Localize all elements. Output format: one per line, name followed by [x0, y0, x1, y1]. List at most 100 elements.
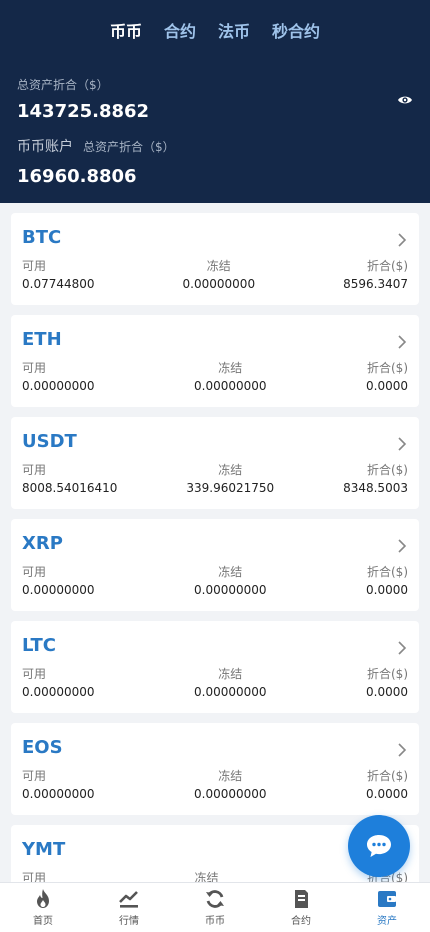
frozen-column: 冻结 339.96021750 — [186, 461, 274, 495]
available-column: 可用 8008.54016410 — [22, 461, 117, 495]
frozen-value: 339.96021750 — [186, 481, 275, 495]
nav-market-label: 行情 — [119, 916, 139, 927]
available-column: 可用 0.00000000 — [22, 665, 95, 699]
coin-name: ETH — [22, 329, 62, 350]
coin-name: USDT — [22, 431, 77, 452]
total-assets-value: 143725.8862 — [17, 101, 150, 122]
asset-list: BTC 可用 0.07744800 冻结 0.00000000 折合($) 8596.340… — [0, 203, 430, 917]
available-column: 可用 0.00000000 — [22, 563, 95, 597]
header: 币币 合约 法币 秒合约 总资产折合（$） 143725.8862 币币账户 总… — [0, 0, 430, 203]
available-label: 可用 — [22, 667, 47, 681]
available-column: 可用 0.00000000 — [22, 767, 95, 801]
chevron-right-icon — [398, 335, 407, 349]
available-value: 8008.54016410 — [22, 481, 118, 495]
frozen-value: 0.00000000 — [194, 685, 267, 699]
asset-card[interactable]: BTC 可用 0.07744800 冻结 0.00000000 折合($) 8596.340… — [11, 213, 419, 305]
asset-columns: 可用 0.00000000 冻结 0.00000000 折合($) 0.0000 — [22, 665, 408, 699]
frozen-column: 冻结 0.00000000 — [194, 767, 267, 801]
converted-label: 折合($) — [367, 361, 408, 375]
converted-value: 0.0000 — [366, 379, 408, 393]
converted-label: 折合($) — [367, 565, 408, 579]
converted-column: 折合($) 0.0000 — [366, 563, 408, 597]
chat-icon — [367, 835, 391, 857]
coin-name: EOS — [22, 737, 63, 758]
top-tabs: 币币 合约 法币 秒合约 — [0, 0, 430, 58]
nav-home[interactable]: 首页 — [0, 888, 86, 927]
nav-assets[interactable]: 资产 — [344, 888, 430, 927]
converted-label: 折合($) — [367, 667, 408, 681]
frozen-label: 冻结 — [218, 667, 243, 681]
wallet-icon — [378, 891, 396, 907]
nav-spot-label: 币币 — [205, 916, 225, 927]
tab-fiat[interactable]: 法币 — [218, 18, 250, 58]
frozen-column: 冻结 0.00000000 — [183, 257, 256, 291]
available-value: 0.00000000 — [22, 787, 95, 801]
converted-value: 8596.3407 — [343, 277, 408, 291]
frozen-label: 冻结 — [218, 463, 243, 477]
available-value: 0.00000000 — [22, 379, 95, 393]
asset-summary: 总资产折合（$） 143725.8862 币币账户 总资产折合（$） 16960… — [0, 76, 430, 187]
chevron-right-icon — [398, 437, 407, 451]
frozen-label: 冻结 — [218, 361, 243, 375]
nav-home-label: 首页 — [33, 916, 53, 927]
converted-value: 8348.5003 — [343, 481, 408, 495]
asset-card[interactable]: USDT 可用 8008.54016410 冻结 339.96021750 折合($) 83… — [11, 417, 419, 509]
frozen-column: 冻结 0.00000000 — [194, 359, 267, 393]
converted-column: 折合($) 0.0000 — [366, 359, 408, 393]
bottom-nav: 首页 行情 币币 合约 资产 — [0, 882, 430, 932]
nav-spot[interactable]: 币币 — [172, 888, 258, 927]
frozen-value: 0.00000000 — [194, 379, 267, 393]
converted-value: 0.0000 — [366, 685, 408, 699]
asset-card[interactable]: EOS 可用 0.00000000 冻结 0.00000000 折合($) 0.0000 — [11, 723, 419, 815]
chevron-right-icon — [398, 539, 407, 553]
chat-button[interactable] — [348, 815, 410, 877]
document-icon — [295, 890, 308, 908]
available-label: 可用 — [22, 463, 47, 477]
available-column: 可用 0.07744800 — [22, 257, 95, 291]
asset-columns: 可用 0.00000000 冻结 0.00000000 折合($) 0.0000 — [22, 359, 408, 393]
tab-second-contract[interactable]: 秒合约 — [272, 18, 320, 58]
chart-icon — [119, 891, 138, 908]
account-sub-label: 总资产折合（$） — [83, 140, 175, 154]
frozen-column: 冻结 0.00000000 — [194, 665, 267, 699]
frozen-label: 冻结 — [206, 259, 231, 273]
available-column: 可用 0.00000000 — [22, 359, 95, 393]
frozen-label: 冻结 — [218, 565, 243, 579]
account-title: 币币账户 — [17, 139, 73, 155]
available-value: 0.00000000 — [22, 685, 95, 699]
asset-columns: 可用 0.00000000 冻结 0.00000000 折合($) 0.0000 — [22, 767, 408, 801]
available-label: 可用 — [22, 769, 47, 783]
nav-contract-label: 合约 — [291, 916, 311, 927]
coin-name: LTC — [22, 635, 56, 656]
frozen-column: 冻结 0.00000000 — [194, 563, 267, 597]
coin-name: BTC — [22, 227, 62, 248]
asset-card[interactable]: XRP 可用 0.00000000 冻结 0.00000000 折合($) 0.0000 — [11, 519, 419, 611]
frozen-value: 0.00000000 — [182, 277, 256, 291]
tab-spot[interactable]: 币币 — [110, 18, 142, 58]
asset-card[interactable]: LTC 可用 0.00000000 冻结 0.00000000 折合($) 0.0000 — [11, 621, 419, 713]
asset-columns: 可用 0.00000000 冻结 0.00000000 折合($) 0.0000 — [22, 563, 408, 597]
frozen-value: 0.00000000 — [194, 583, 267, 597]
account-value: 16960.8806 — [17, 166, 137, 187]
converted-column: 折合($) 0.0000 — [366, 767, 408, 801]
eye-icon[interactable] — [397, 92, 413, 108]
available-label: 可用 — [22, 361, 47, 375]
account-row: 币币账户 总资产折合（$） — [17, 136, 413, 156]
converted-value: 0.0000 — [366, 787, 408, 801]
nav-contract[interactable]: 合约 — [258, 888, 344, 927]
coin-name: XRP — [22, 533, 63, 554]
available-value: 0.00000000 — [22, 583, 95, 597]
nav-market[interactable]: 行情 — [86, 888, 172, 927]
converted-value: 0.0000 — [366, 583, 408, 597]
converted-column: 折合($) 0.0000 — [366, 665, 408, 699]
available-value: 0.07744800 — [22, 277, 95, 291]
total-assets-label: 总资产折合（$） — [17, 78, 109, 92]
frozen-label: 冻结 — [218, 769, 243, 783]
asset-card[interactable]: ETH 可用 0.00000000 冻结 0.00000000 折合($) 0.0000 — [11, 315, 419, 407]
converted-label: 折合($) — [367, 259, 408, 273]
refresh-icon — [206, 890, 224, 908]
converted-label: 折合($) — [367, 769, 408, 783]
available-label: 可用 — [22, 259, 47, 273]
converted-label: 折合($) — [366, 463, 408, 477]
tab-contract[interactable]: 合约 — [164, 18, 196, 58]
